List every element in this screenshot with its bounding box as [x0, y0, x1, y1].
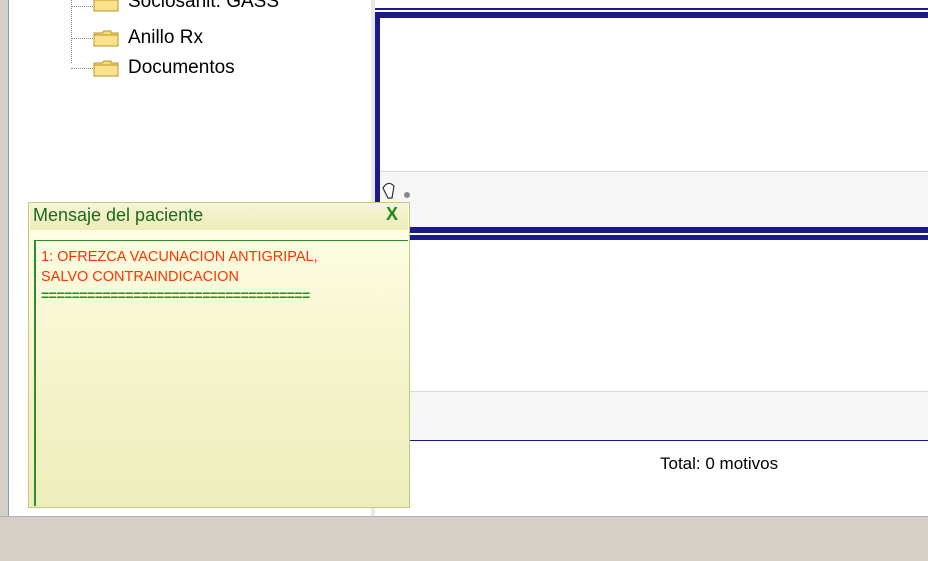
message-line: 1: OFREZCA VACUNACION ANTIGRIPAL,: [41, 249, 318, 265]
tree-connector: [71, 6, 93, 7]
total-motivos: Total: 0 motivos: [660, 454, 779, 473]
window-left-edge: [0, 0, 8, 561]
lower-text-area[interactable]: [380, 240, 928, 391]
folder-icon: [93, 60, 119, 77]
upper-text-area[interactable]: [380, 18, 928, 171]
popup-message-body: 1: OFREZCA VACUNACION ANTIGRIPAL, SALVO …: [34, 240, 408, 506]
status-bar: [0, 516, 928, 561]
folder-icon: [93, 0, 119, 12]
tree-connector-vertical: [71, 0, 72, 63]
tree-item-sociosanit[interactable]: Sociosanit. GASS: [128, 0, 279, 13]
tree-item-documentos[interactable]: Documentos: [128, 57, 235, 79]
tree-item-anillo-rx[interactable]: Anillo Rx: [128, 27, 203, 49]
message-separator: ===================================: [41, 287, 310, 303]
folder-icon: [93, 30, 119, 47]
upper-panel-shadow: [375, 10, 928, 12]
close-button[interactable]: X: [386, 204, 398, 225]
popup-title: Mensaje del paciente: [33, 205, 204, 225]
pin-icon[interactable]: [380, 178, 414, 204]
lower-panel-toolbar: [380, 391, 928, 440]
lower-panel-bottom: [375, 441, 928, 516]
tree-connector: [71, 38, 93, 39]
lower-panel-shadow: [375, 233, 928, 235]
tree-connector: [71, 68, 93, 69]
upper-panel-toolbar: [380, 171, 928, 227]
message-line: SALVO CONTRAINDICACION: [41, 269, 239, 285]
